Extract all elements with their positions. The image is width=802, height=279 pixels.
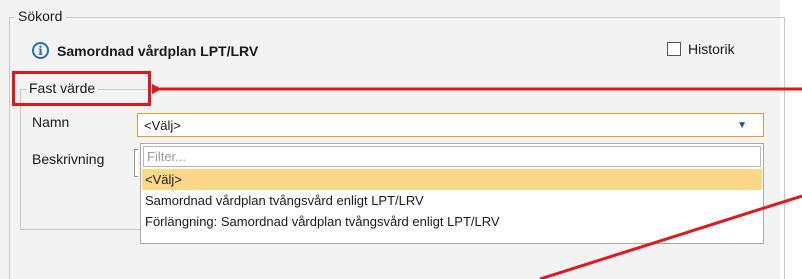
- dropdown-arrow-icon[interactable]: ▼: [737, 120, 747, 131]
- annotation-highlight-box: [12, 71, 151, 106]
- fieldset-legend: Sökord: [14, 8, 67, 24]
- header-row: i Samordnad vårdplan LPT/LRV: [32, 42, 258, 59]
- search-panel: Sökord i Samordnad vårdplan LPT/LRV Hist…: [0, 0, 785, 279]
- dropdown-option[interactable]: <Välj>: [142, 169, 762, 190]
- name-select[interactable]: <Välj> ▼: [137, 113, 764, 137]
- historik-label: Historik: [688, 41, 735, 57]
- header-title: Samordnad vårdplan LPT/LRV: [57, 42, 259, 59]
- filter-input[interactable]: Filter...: [143, 146, 761, 167]
- historik-toggle[interactable]: Historik: [667, 41, 735, 57]
- inner-fieldset-border-bottom: [20, 229, 140, 230]
- info-circle-icon[interactable]: i: [32, 42, 49, 59]
- name-label: Namn: [32, 114, 70, 130]
- dropdown-list: Filter... <Välj> Samordnad vårdplan tvån…: [140, 143, 764, 244]
- fieldset-border-left: [9, 17, 10, 279]
- dropdown-option[interactable]: Samordnad vårdplan tvångsvård enligt LPT…: [142, 190, 762, 211]
- dropdown-option[interactable]: Förlängning: Samordnad vårdplan tvångsvå…: [142, 211, 762, 232]
- description-label: Beskrivning: [32, 151, 105, 167]
- inner-fieldset-border-left: [20, 89, 21, 229]
- description-field[interactable]: [134, 149, 138, 177]
- historik-checkbox[interactable]: [667, 42, 681, 56]
- fieldset-border-top: [9, 17, 784, 18]
- select-value: <Välj>: [144, 118, 181, 133]
- fieldset-border-right: [784, 17, 785, 279]
